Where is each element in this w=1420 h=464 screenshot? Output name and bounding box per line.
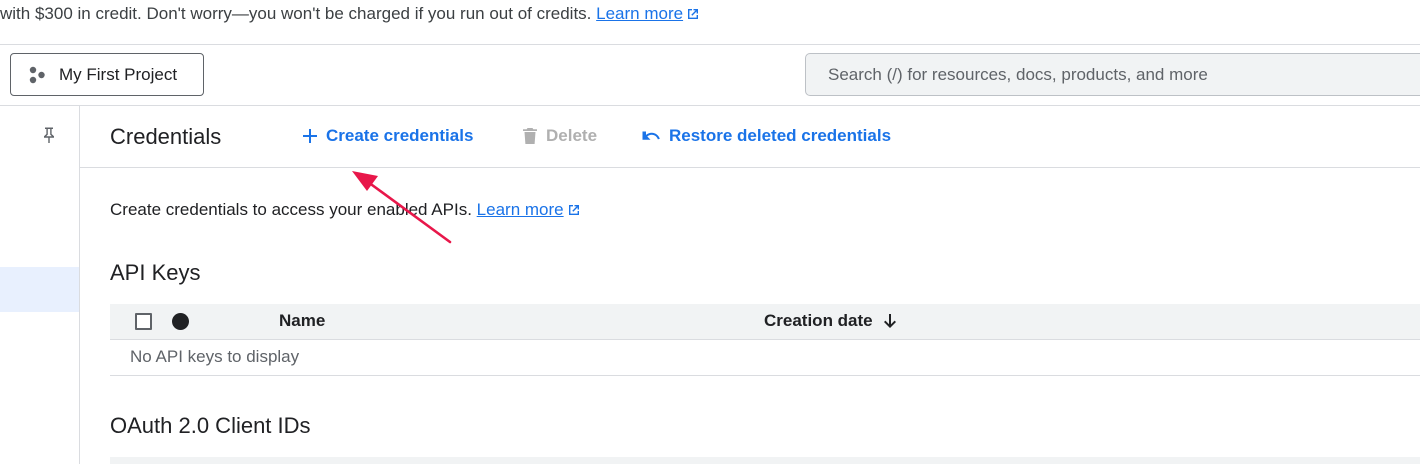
creation-date-label: Creation date	[764, 311, 873, 330]
undo-icon	[642, 131, 660, 140]
api-keys-table-header: Name Creation date	[110, 304, 1420, 340]
empty-table-message: No API keys to display	[130, 347, 300, 366]
restore-label: Restore deleted credentials	[669, 126, 892, 145]
column-header-creation-date[interactable]: Creation date	[764, 311, 897, 331]
create-credentials-label: Create credentials	[326, 126, 474, 145]
search-bar[interactable]	[805, 53, 1420, 96]
description-learn-more-link[interactable]: Learn more	[477, 200, 581, 219]
status-dot-icon	[172, 313, 189, 330]
banner-message: with $300 in credit. Don't worry—you won…	[0, 4, 592, 23]
credit-banner: with $300 in credit. Don't worry—you won…	[0, 0, 1420, 45]
header-divider	[0, 105, 1420, 106]
delete-button[interactable]: Delete	[522, 126, 597, 146]
oauth-table-header	[110, 457, 1420, 464]
banner-learn-more-link[interactable]: Learn more	[596, 4, 700, 23]
trash-icon	[523, 128, 537, 144]
description-learn-more-label: Learn more	[476, 200, 564, 219]
column-header-name[interactable]: Name	[279, 311, 325, 331]
create-credentials-button[interactable]: Create credentials	[302, 126, 473, 146]
api-keys-heading: API Keys	[110, 260, 201, 285]
restore-deleted-credentials-button[interactable]: Restore deleted credentials	[641, 126, 891, 146]
page-title: Credentials	[110, 124, 222, 149]
banner-learn-more-label: Learn more	[596, 4, 684, 23]
project-dots-icon	[29, 66, 45, 83]
external-link-icon	[568, 205, 579, 215]
plus-icon	[303, 129, 317, 143]
toolbar-divider	[80, 167, 1420, 168]
arrow-down-icon	[883, 314, 896, 328]
oauth-client-ids-heading: OAuth 2.0 Client IDs	[110, 413, 311, 438]
delete-label: Delete	[546, 126, 598, 145]
banner-text-container: with $300 in credit. Don't worry—you won…	[0, 4, 700, 24]
search-input[interactable]	[828, 64, 1388, 85]
project-picker-button[interactable]: My First Project	[10, 53, 204, 96]
project-name: My First Project	[59, 64, 178, 84]
annotation-arrow-icon	[352, 171, 452, 244]
select-all-checkbox[interactable]	[135, 313, 152, 330]
table-row: No API keys to display	[110, 340, 1420, 376]
external-link-icon	[688, 9, 699, 19]
sidebar-item-credentials-active[interactable]	[0, 267, 79, 312]
pin-icon[interactable]	[42, 126, 56, 144]
sidebar: ices en ents	[0, 106, 80, 464]
